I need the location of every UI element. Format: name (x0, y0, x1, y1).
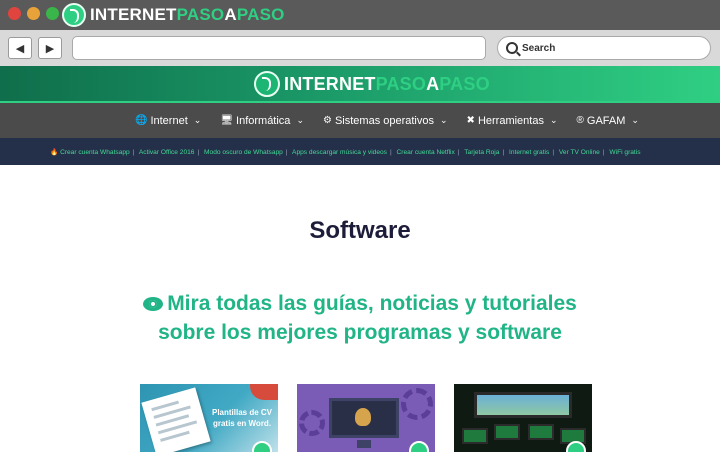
browser-navbar: ◀ ▶ Search (0, 30, 720, 66)
quick-link[interactable]: Crear cuenta Whatsapp (60, 149, 130, 156)
globe-icon: 🌐 (135, 115, 148, 126)
menu-item-internet[interactable]: 🌐 Internet ⌄ (135, 115, 201, 127)
quick-link[interactable]: WiFi gratis (609, 149, 640, 156)
separator: | (457, 148, 460, 156)
back-button[interactable]: ◀ (8, 37, 32, 59)
quick-links: 🔥 Crear cuenta Whatsapp | Activar Office … (50, 148, 641, 156)
quick-link[interactable]: Tarjeta Roja (464, 149, 499, 156)
cv-document-image (141, 387, 211, 452)
menu-item-gafam[interactable]: ® GAFAM ⌄ (577, 115, 639, 127)
quick-link[interactable]: Ver TV Online (559, 149, 600, 156)
card-caption: Plantillas de CV gratis en Word. (211, 408, 273, 428)
site-logo[interactable]: INTERNETPASOAPASO (254, 70, 490, 98)
article-card-software[interactable] (297, 384, 435, 452)
quick-link[interactable]: Activar Office 2016 (139, 149, 195, 156)
lead-line-1: Mira todas las guías, noticias y tutoria… (167, 292, 577, 315)
quick-link[interactable]: Apps descargar música y videos (292, 149, 387, 156)
decoration-shape (250, 384, 278, 400)
site-logo-text: INTERNETPASOAPASO (284, 73, 490, 94)
back-arrow-icon: ◀ (15, 42, 25, 55)
gear-icon (401, 388, 433, 420)
browser-titlebar: INTERNETPASOAPASO (0, 0, 720, 30)
chevron-down-icon: ⌄ (440, 115, 448, 125)
chevron-down-icon: ⌄ (549, 115, 558, 125)
article-card-cv[interactable]: Plantillas de CV gratis en Word. (140, 384, 278, 452)
separator: | (197, 148, 200, 156)
separator: | (552, 148, 555, 156)
quick-link[interactable]: Modo oscuro de Whatsapp (204, 149, 283, 156)
separator: | (285, 148, 288, 156)
cockpit-screen (528, 424, 554, 440)
monitor-stand (357, 440, 371, 448)
separator: | (132, 148, 135, 156)
fire-icon: 🔥 (50, 148, 59, 156)
titlebar-logo: INTERNETPASOAPASO (62, 3, 285, 27)
chevron-down-icon: ⌄ (193, 115, 202, 125)
minimize-window-button[interactable] (27, 7, 40, 20)
menu-item-sistemas-operativos[interactable]: ⚙ Sistemas operativos ⌄ (323, 115, 448, 127)
category-badge-icon (252, 441, 272, 452)
bug-icon (355, 408, 371, 426)
quick-links-bar: 🔥 Crear cuenta Whatsapp | Activar Office … (0, 138, 720, 165)
cockpit-window (474, 392, 572, 418)
lead-line-2: sobre los mejores programas y software (158, 321, 562, 344)
lead-text: Mira todas las guías, noticias y tutoria… (120, 289, 600, 347)
search-placeholder: Search (522, 42, 556, 54)
site-header: INTERNETPASOAPASO (0, 66, 720, 102)
eye-icon (143, 297, 164, 311)
gear-icon: ⚙ (322, 115, 332, 126)
forward-arrow-icon: ▶ (45, 42, 55, 55)
cockpit-screen (462, 428, 488, 444)
article-card-simulator[interactable] (454, 384, 592, 452)
monitor-icon: 🖥 (220, 115, 234, 126)
cockpit-screen (494, 424, 520, 440)
chevron-down-icon: ⌄ (631, 115, 639, 125)
category-badge-icon (409, 441, 429, 452)
close-window-button[interactable] (8, 7, 21, 20)
gear-icon (299, 410, 325, 436)
quick-link[interactable]: Crear cuenta Netflix (397, 149, 455, 156)
separator: | (389, 148, 392, 156)
chevron-down-icon: ⌄ (296, 115, 304, 125)
maximize-window-button[interactable] (46, 7, 59, 20)
menu-item-informatica[interactable]: 🖥 Informática ⌄ (220, 115, 304, 127)
page-title: Software (309, 217, 411, 244)
logo-icon (62, 3, 86, 27)
titlebar-logo-text: INTERNETPASOAPASO (90, 5, 285, 24)
separator: | (602, 148, 605, 156)
quick-link[interactable]: Internet gratis (509, 149, 549, 156)
address-bar[interactable] (72, 36, 486, 60)
main-menu: 🌐 Internet ⌄ 🖥 Informática ⌄ ⚙ Sistemas … (0, 103, 720, 138)
separator: | (502, 148, 505, 156)
main-content: Software Mira todas las guías, noticias … (0, 165, 720, 452)
menu-item-herramientas[interactable]: ✖ Herramientas ⌄ (467, 115, 558, 127)
tools-icon: ✖ (466, 115, 475, 126)
search-input[interactable]: Search (497, 36, 711, 60)
forward-button[interactable]: ▶ (38, 37, 62, 59)
logo-icon (254, 71, 280, 97)
gafam-icon: ® (576, 115, 584, 126)
search-icon (506, 42, 518, 54)
